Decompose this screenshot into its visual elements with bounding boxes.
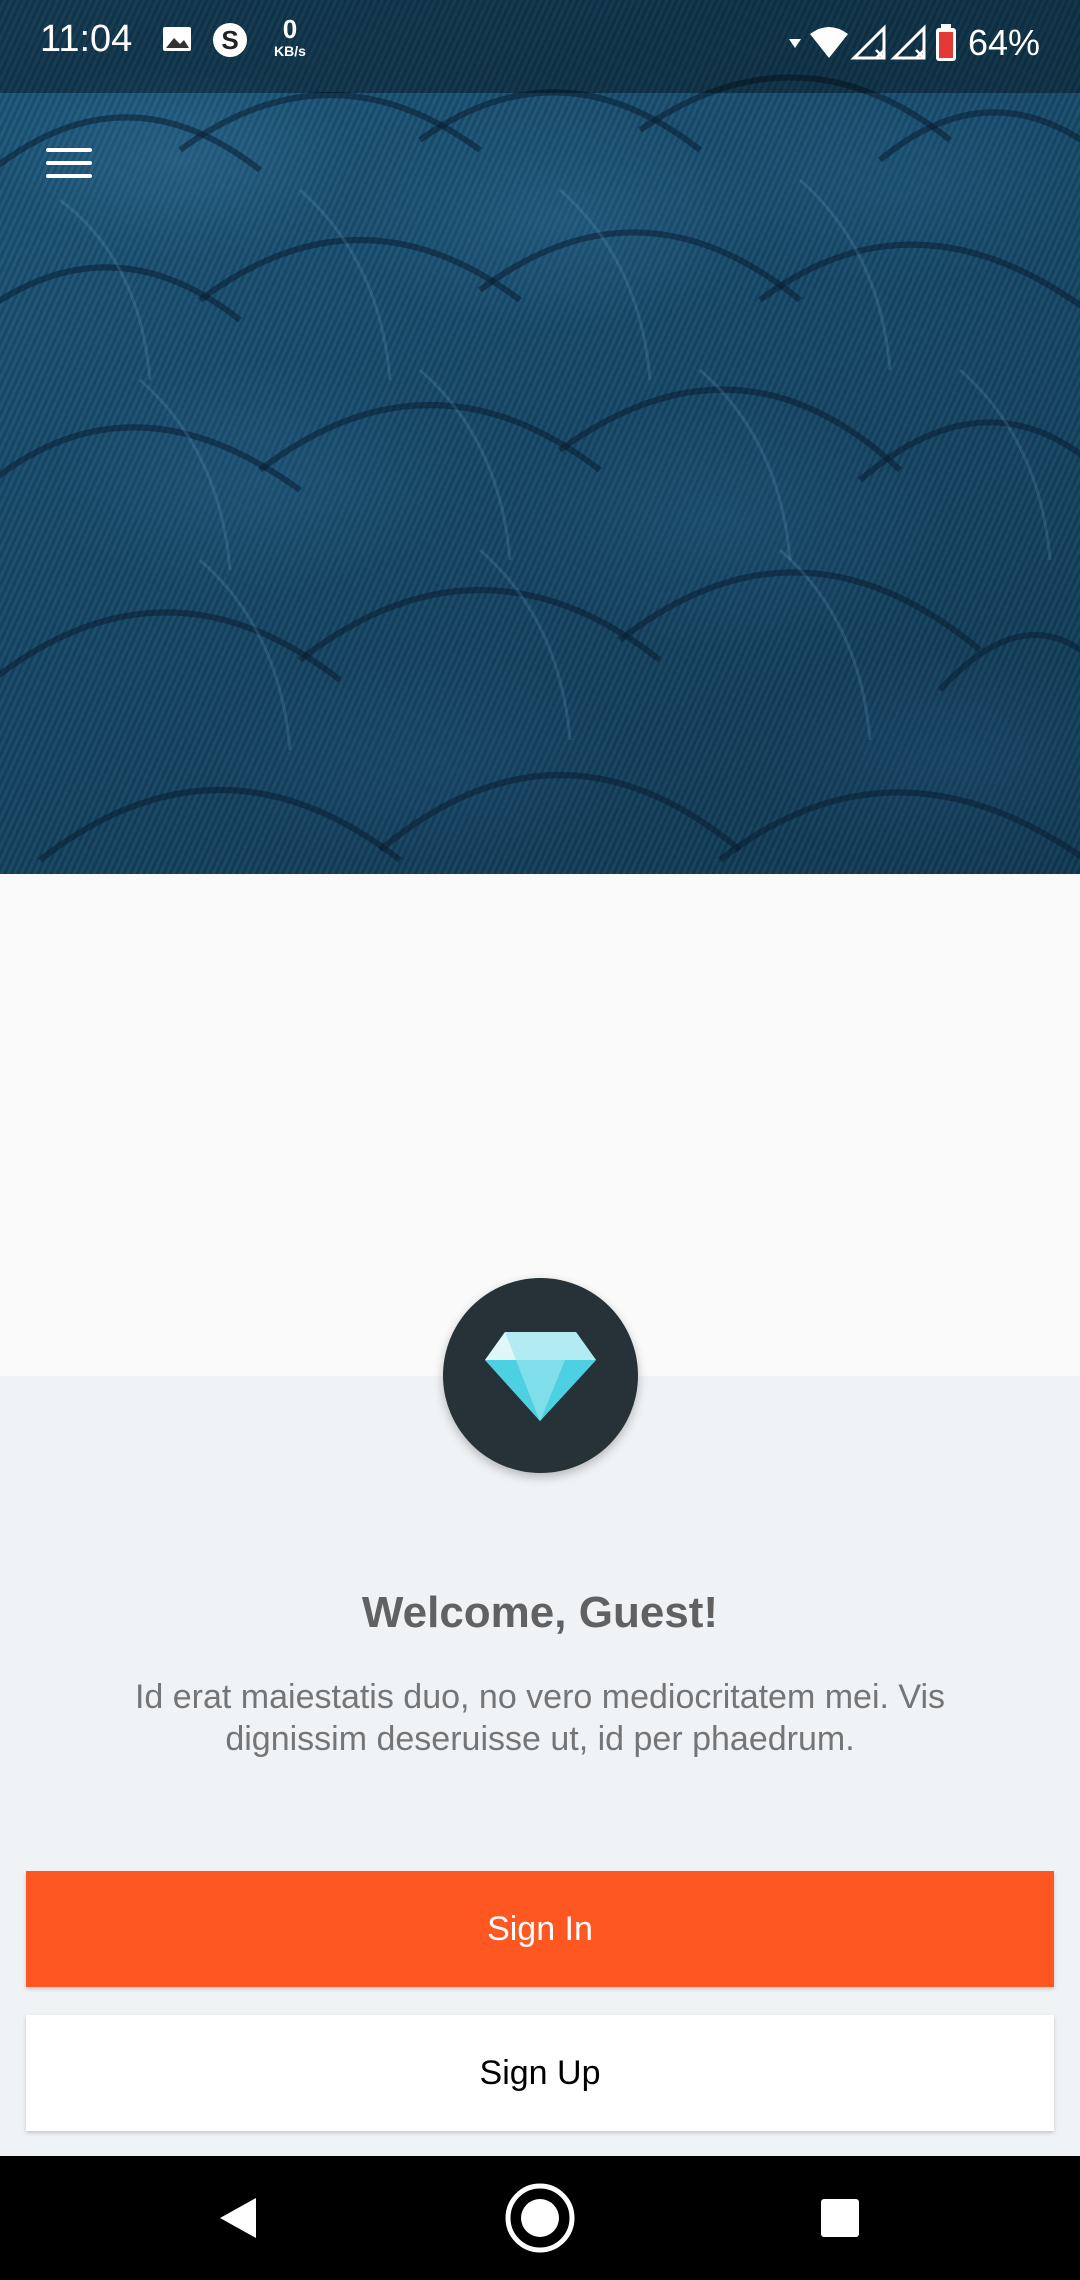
network-speed-value: 0 xyxy=(282,14,298,44)
header-feather-image xyxy=(0,0,1080,874)
status-time: 11:04 xyxy=(40,18,133,60)
wifi-icon xyxy=(809,27,848,58)
recents-square-icon xyxy=(821,2199,859,2237)
status-bar: 11:04 S 0 KB/s 64% xyxy=(0,0,1080,93)
battery-percent: 64% xyxy=(967,22,1040,63)
data-arrow-icon xyxy=(788,39,801,48)
system-nav-bar xyxy=(0,2156,1080,2280)
app-logo xyxy=(443,1278,638,1473)
nav-back-button[interactable] xyxy=(198,2178,278,2258)
nav-home-button[interactable] xyxy=(500,2178,580,2258)
app-screen: 11:04 S 0 KB/s 64% Welcome, Guest! Id er… xyxy=(0,0,1080,2280)
feather-pattern xyxy=(0,74,1080,863)
image-notification-icon xyxy=(160,22,194,56)
back-triangle-icon xyxy=(220,2198,256,2238)
nav-recents-button[interactable] xyxy=(800,2178,880,2258)
sign-in-button[interactable]: Sign In xyxy=(26,1871,1054,1987)
home-circle-icon xyxy=(505,2183,575,2253)
sign-up-button[interactable]: Sign Up xyxy=(26,2015,1054,2131)
signal-2-icon xyxy=(890,24,926,60)
diamond-icon xyxy=(485,1332,596,1421)
skype-icon: S xyxy=(212,22,247,57)
status-indicators: 64% xyxy=(788,18,1040,68)
welcome-title: Welcome, Guest! xyxy=(361,1588,719,1637)
signal-1-icon xyxy=(850,24,886,60)
welcome-description: Id erat maiestatis duo, no vero mediocri… xyxy=(134,1678,946,1758)
network-speed-unit: KB/s xyxy=(274,43,306,59)
network-speed: 0 KB/s xyxy=(268,16,312,58)
menu-button[interactable] xyxy=(38,134,102,190)
svg-text:S: S xyxy=(221,25,238,55)
battery-icon xyxy=(935,24,956,61)
